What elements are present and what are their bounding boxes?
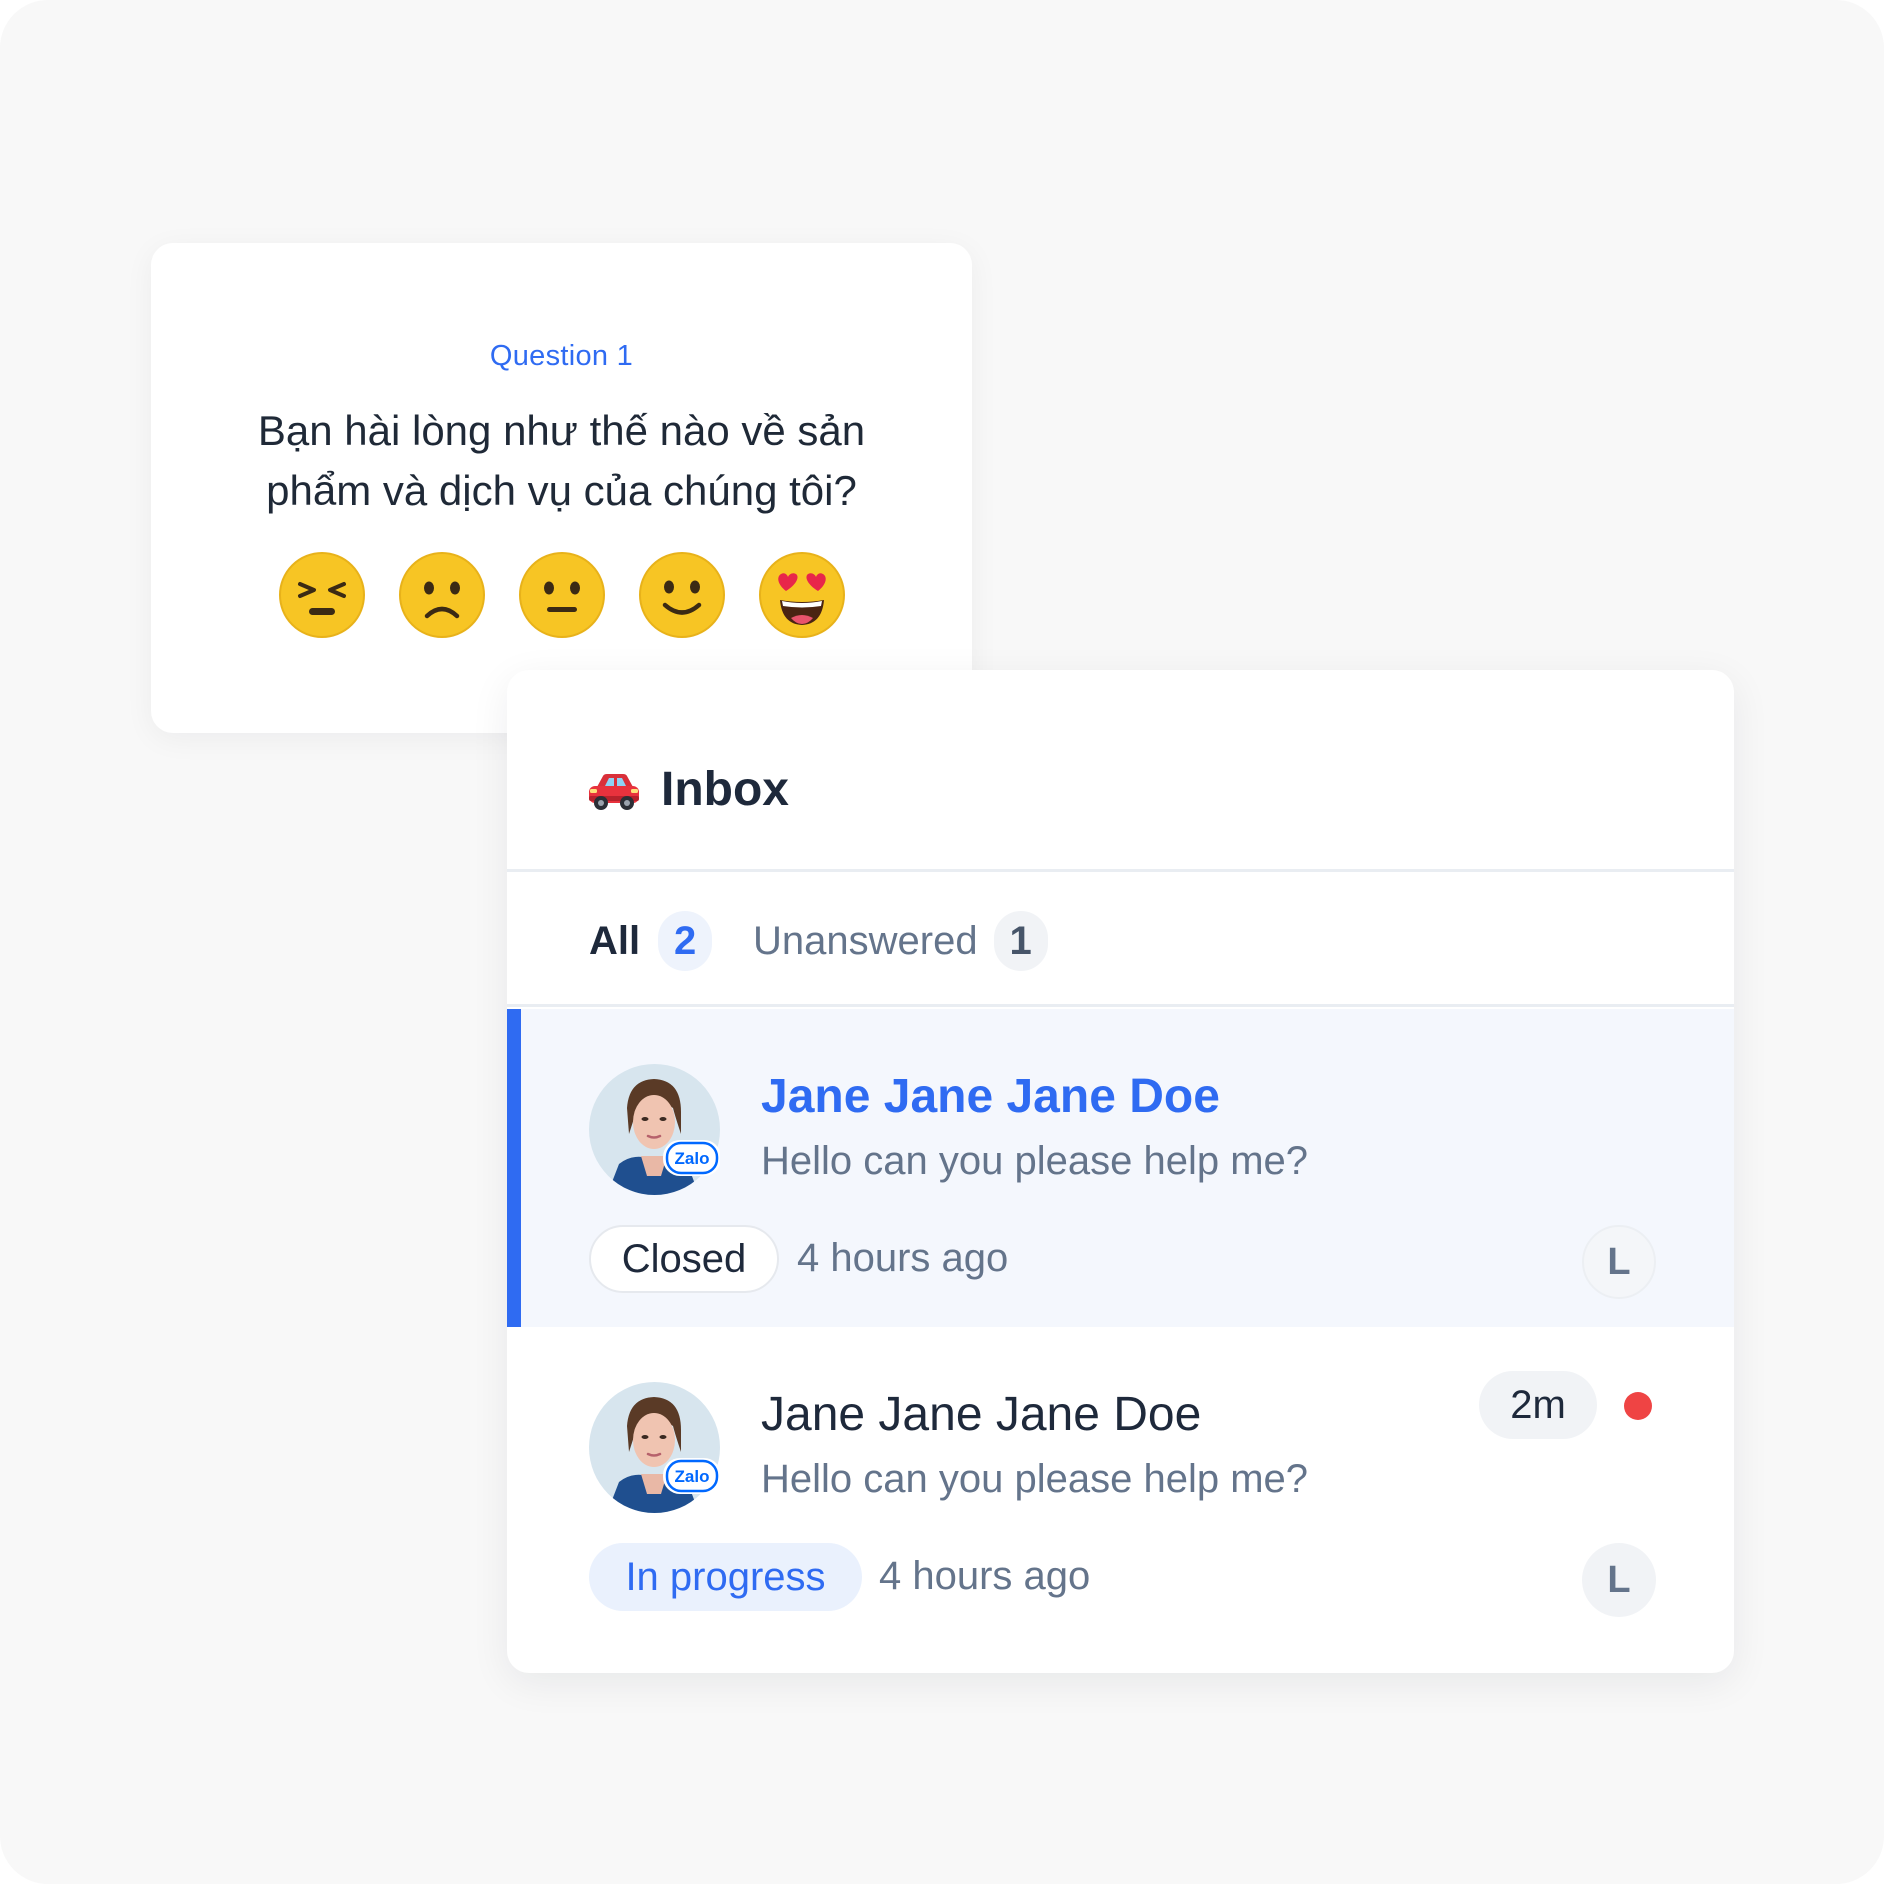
- unread-indicator: [1624, 1392, 1652, 1420]
- tab-unanswered-count: 1: [993, 911, 1048, 971]
- status-badge: In progress: [589, 1543, 862, 1611]
- persevering-face-icon[interactable]: [278, 551, 366, 639]
- red-car-icon: [589, 774, 639, 810]
- svg-text:Zalo: Zalo: [675, 1467, 710, 1486]
- inbox-header: Inbox: [507, 670, 1734, 872]
- message-preview: Hello can you please help me?: [761, 1457, 1309, 1501]
- neutral-face-icon[interactable]: [518, 551, 606, 639]
- tab-all[interactable]: All 2: [589, 875, 713, 1007]
- message-preview: Hello can you please help me?: [761, 1139, 1309, 1183]
- heart-eyes-face-icon[interactable]: [758, 551, 846, 639]
- zalo-badge: Zalo: [663, 1140, 720, 1176]
- inbox-title: Inbox: [661, 763, 789, 816]
- inbox-panel: Inbox All 2 Unanswered 1 Zalo Jane Jane …: [507, 670, 1734, 1673]
- assignee-avatar[interactable]: L: [1582, 1543, 1656, 1617]
- conversation-item[interactable]: Zalo Jane Jane Jane Doe Hello can you pl…: [507, 1009, 1734, 1327]
- tab-unanswered[interactable]: Unanswered 1: [753, 875, 1048, 1007]
- question-label: Question 1: [489, 340, 634, 372]
- svg-text:Zalo: Zalo: [675, 1149, 710, 1168]
- tab-all-label: All: [589, 918, 641, 963]
- timestamp: 4 hours ago: [797, 1236, 1009, 1280]
- avatar: Zalo: [589, 1382, 720, 1513]
- assignee-avatar[interactable]: L: [1582, 1225, 1656, 1299]
- contact-name: Jane Jane Jane Doe: [761, 1388, 1202, 1441]
- question-text: Bạn hài lòng như thế nào về sản phẩm và …: [257, 407, 866, 514]
- rating-options: [151, 551, 972, 639]
- frowning-face-icon[interactable]: [398, 551, 486, 639]
- avatar: Zalo: [589, 1064, 720, 1195]
- tab-all-count: 2: [658, 911, 713, 971]
- timestamp: 4 hours ago: [879, 1554, 1091, 1598]
- slightly-smiling-face-icon[interactable]: [638, 551, 726, 639]
- wait-time-badge: 2m: [1479, 1371, 1597, 1439]
- selected-indicator: [507, 1009, 521, 1327]
- inbox-tabs: All 2 Unanswered 1: [507, 875, 1734, 1170]
- survey-card: Question 1 Bạn hài lòng như thế nào về s…: [151, 243, 972, 733]
- status-badge: Closed: [589, 1225, 779, 1293]
- zalo-badge: Zalo: [663, 1458, 720, 1494]
- tab-unanswered-label: Unanswered: [753, 918, 978, 963]
- contact-name: Jane Jane Jane Doe: [761, 1070, 1220, 1123]
- conversation-item[interactable]: Zalo Jane Jane Jane Doe 2m Hello can you…: [507, 1327, 1734, 1645]
